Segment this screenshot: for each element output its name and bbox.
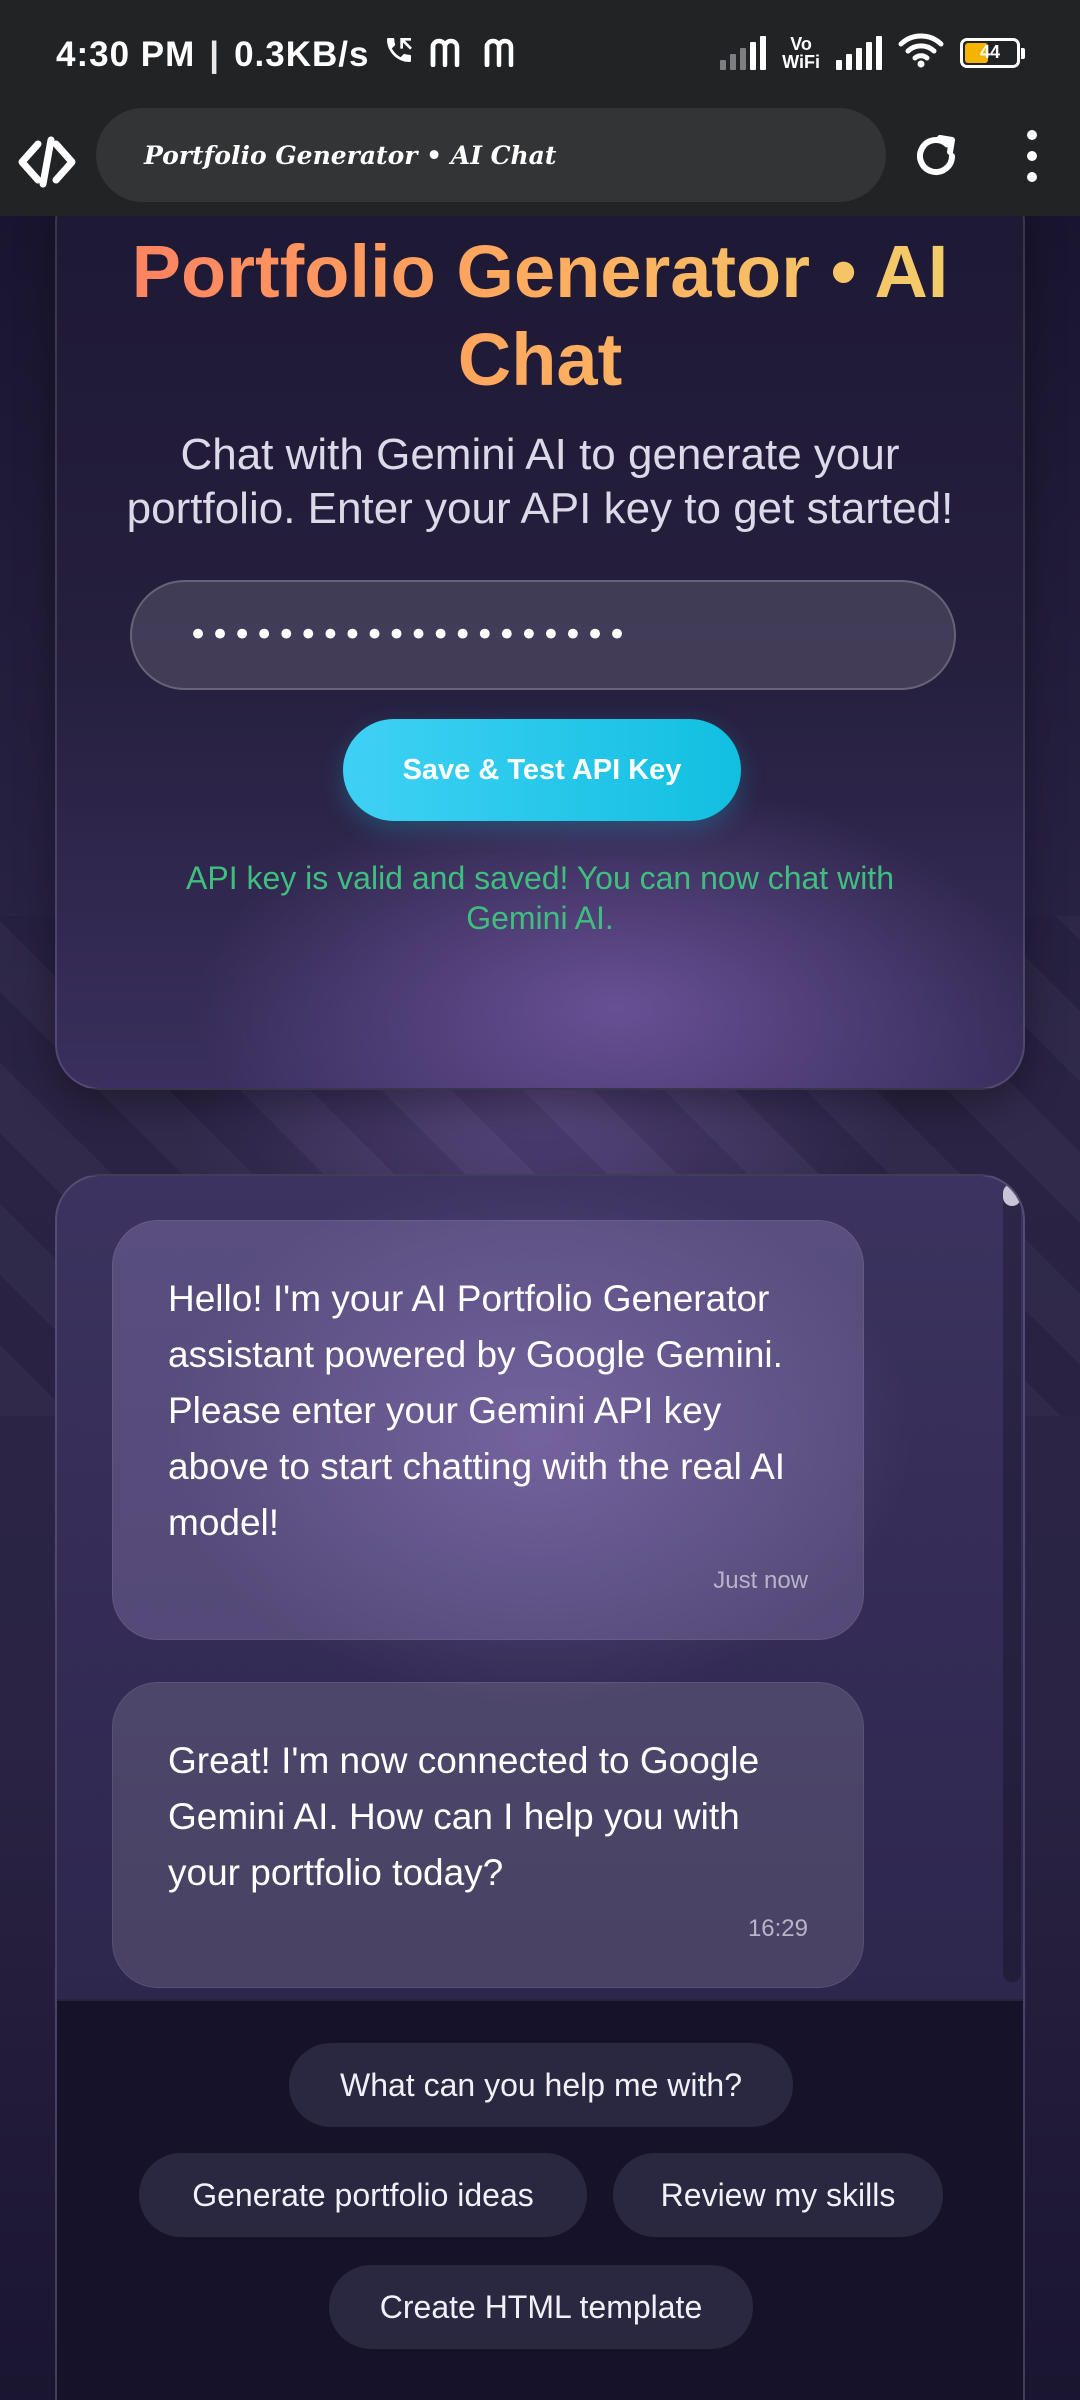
signal-icon (836, 35, 882, 70)
battery-level: 44 (979, 42, 1001, 62)
chat-message-time: Just now (713, 1567, 808, 1594)
quick-reply-html-template[interactable]: Create HTML template (329, 2265, 753, 2349)
api-key-input[interactable] (130, 580, 956, 690)
save-test-api-key-button[interactable]: Save & Test API Key (343, 719, 741, 821)
quick-reply-help[interactable]: What can you help me with? (289, 2043, 793, 2127)
api-status-message: API key is valid and saved! You can now … (186, 860, 894, 936)
vowifi-bottom-label: WiFi (782, 51, 820, 72)
status-bar: 4:30 PM | 0.3KB/s Vo WiFi 44 (0, 0, 1080, 108)
status-separator: | (209, 34, 221, 74)
call-icon (383, 34, 415, 75)
vowifi-icon: Vo WiFi (782, 35, 820, 71)
page-subtitle: Chat with Gemini AI to generate your por… (126, 430, 954, 533)
signal-icon (720, 35, 767, 70)
wifi-icon (898, 32, 944, 73)
chat-message: Hello! I'm your AI Portfolio Generator a… (112, 1220, 864, 1640)
chat-panel: Hello! I'm your AI Portfolio Generator a… (55, 1174, 1025, 2400)
battery-icon: 44 (960, 37, 1025, 68)
quick-reply-portfolio-ideas[interactable]: Generate portfolio ideas (139, 2153, 587, 2237)
browser-toolbar: Portfolio Generator • AI Chat (0, 108, 1080, 216)
chat-messages[interactable]: Hello! I'm your AI Portfolio Generator a… (57, 1176, 1023, 1999)
status-bar-left: 4:30 PM | 0.3KB/s (56, 34, 523, 75)
url-title: Portfolio Generator • AI Chat (144, 140, 557, 170)
api-setup-card: Portfolio Generator • AI Chat Chat with … (55, 216, 1025, 1090)
chat-message-time: 16:29 (747, 1915, 808, 1942)
code-logo-icon[interactable] (18, 134, 76, 190)
quick-replies: What can you help me with? Generate port… (57, 1999, 1023, 2400)
chat-scrollbar-thumb[interactable] (1003, 1184, 1021, 1206)
reload-icon[interactable] (908, 128, 964, 184)
network-speed: 0.3KB/s (234, 34, 370, 74)
quick-reply-review-skills[interactable]: Review my skills (613, 2153, 943, 2237)
page-title: Portfolio Generator • AI Chat (97, 228, 983, 404)
mail-icon (483, 36, 523, 74)
chat-message-text: Great! I'm now connected to Google Gemin… (168, 1740, 760, 1893)
url-bar[interactable]: Portfolio Generator • AI Chat (96, 108, 886, 202)
more-vert-icon[interactable] (1016, 130, 1048, 182)
vowifi-top-label: Vo (790, 33, 812, 54)
status-time: 4:30 PM (56, 34, 196, 74)
chat-message: Great! I'm now connected to Google Gemin… (112, 1682, 864, 1988)
chat-scrollbar[interactable] (1003, 1184, 1021, 1982)
page-content: Portfolio Generator • AI Chat Chat with … (0, 216, 1080, 2400)
chat-message-text: Hello! I'm your AI Portfolio Generator a… (168, 1278, 786, 1543)
status-bar-right: Vo WiFi 44 (720, 32, 1025, 73)
mail-icon (429, 36, 469, 74)
